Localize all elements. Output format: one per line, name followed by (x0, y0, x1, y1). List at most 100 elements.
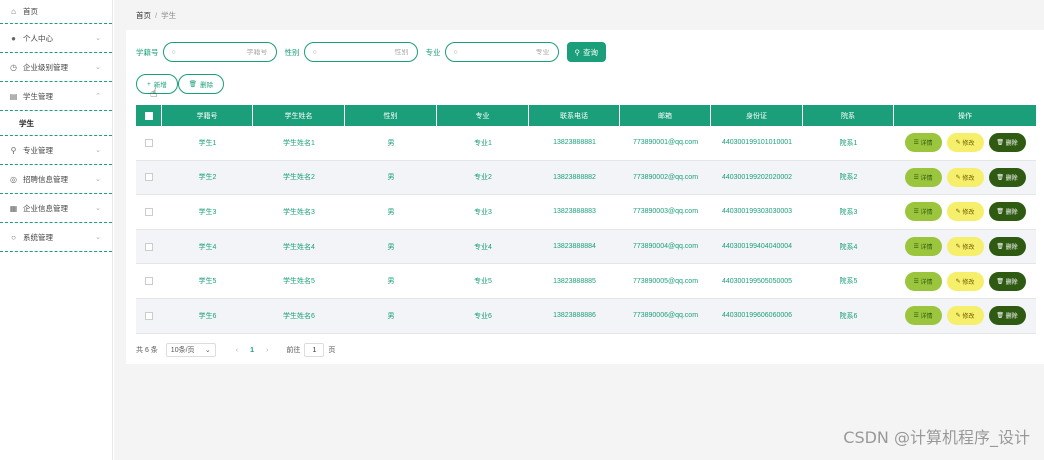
info-icon: ○ (11, 232, 16, 242)
trash-icon: 🗑 (996, 140, 1006, 147)
row-checkbox[interactable] (145, 311, 153, 320)
id-card-cell: 440300199505050005 (721, 277, 793, 285)
sidebar-item-label: 系统管理 (23, 232, 53, 242)
detail-label: 详情 (920, 245, 933, 252)
student-id-cell: 学生1 (198, 139, 217, 147)
email-cell: 773890002@qq.com (632, 173, 699, 181)
sidebar-item-home[interactable]: ⌂ 首页 (0, 0, 112, 24)
detail-button[interactable]: ☰ 详情 (904, 202, 942, 222)
prev-page-button[interactable]: ‹ (236, 347, 238, 354)
detail-button[interactable]: ☰ 详情 (904, 306, 942, 326)
gender-cell: 男 (387, 174, 395, 182)
breadcrumb: 首页 / 学生 (136, 10, 176, 21)
row-checkbox[interactable] (145, 173, 153, 182)
edit-button[interactable]: ✎ 修改 (946, 133, 984, 153)
column-header[interactable]: 专业 (437, 105, 529, 126)
goto-page-input[interactable] (304, 343, 325, 357)
query-button[interactable]: ⚲ 查询 (566, 42, 606, 62)
id-card-cell: 440300199202020002 (721, 173, 793, 181)
email-cell: 773890003@qq.com (632, 208, 699, 216)
delete-label: 删除 (1005, 314, 1018, 321)
gender-input[interactable] (320, 48, 409, 56)
delete-button[interactable]: 🗑 删除 (988, 237, 1026, 257)
major-input[interactable] (461, 48, 550, 56)
column-header[interactable]: 身份证 (711, 105, 803, 126)
page-size-select[interactable]: 10条/页 ⌄ (165, 343, 216, 357)
student-id-cell: 学生5 (198, 278, 217, 286)
major-field[interactable]: ○ (444, 42, 559, 62)
column-header[interactable]: 学籍号 (162, 105, 253, 126)
edit-button[interactable]: ✎ 修改 (946, 271, 984, 291)
page-number[interactable]: 1 (250, 347, 254, 354)
sidebar-item-system[interactable]: ○ 系统管理 ⌄ (0, 223, 112, 252)
email-cell: 773890005@qq.com (632, 277, 699, 285)
sidebar-item-label: 企业信息管理 (23, 203, 68, 213)
edit-button[interactable]: ✎ 修改 (946, 202, 984, 222)
gender-field[interactable]: ○ (303, 42, 418, 62)
sidebar-item-student-management[interactable]: ▤ 学生管理 ⌃ (0, 82, 112, 111)
student-id-cell: 学生6 (198, 312, 217, 320)
detail-button[interactable]: ☰ 详情 (904, 133, 942, 153)
table-row: 学生4 学生姓名4 男 专业4 13823888884 773890004@qq.com 4… (136, 229, 1036, 265)
chevron-down-icon: ⌄ (95, 35, 101, 42)
row-actions: ☰ 详情 ✎ 修改 🗑 删除 (894, 161, 1036, 195)
id-card-cell: 440300199606060006 (721, 312, 793, 320)
delete-button[interactable]: 🗑 删除 (988, 271, 1026, 291)
row-actions: ☰ 详情 ✎ 修改 🗑 删除 (894, 264, 1036, 298)
delete-button[interactable]: 🗑 删除 (988, 202, 1026, 222)
detail-button[interactable]: ☰ 详情 (904, 271, 942, 291)
next-page-button[interactable]: › (266, 347, 268, 354)
detail-button[interactable]: ☰ 详情 (904, 167, 942, 187)
clock-icon: ◷ (10, 62, 17, 72)
mic-icon: ⚲ (10, 145, 17, 155)
student-id-input[interactable] (179, 48, 268, 56)
breadcrumb-home[interactable]: 首页 (136, 11, 151, 20)
building-icon: ▦ (9, 203, 18, 213)
department-cell: 院系2 (839, 174, 858, 182)
delete-button[interactable]: 🗑 删除 (988, 306, 1026, 326)
edit-label: 修改 (962, 210, 975, 217)
detail-button[interactable]: ☰ 详情 (904, 237, 942, 257)
detail-label: 详情 (920, 175, 933, 182)
sidebar: ⌂ 首页 ● 个人中心 ⌄ ◷ 企业级别管理 ⌄ ▤ 学生管理 ⌃ 学生 ⚲ 专… (0, 0, 113, 460)
edit-button[interactable]: ✎ 修改 (946, 306, 984, 326)
student-id-field[interactable]: ○ (162, 42, 277, 62)
sidebar-item-company-level[interactable]: ◷ 企业级别管理 ⌄ (0, 53, 112, 82)
gender-cell: 男 (387, 243, 395, 251)
batch-delete-button[interactable]: 🗑 删除 (177, 74, 225, 94)
edit-button[interactable]: ✎ 修改 (946, 237, 984, 257)
detail-icon: ☰ (913, 140, 921, 147)
sidebar-item-major-management[interactable]: ⚲ 专业管理 ⌄ (0, 136, 112, 165)
sidebar-item-personal-center[interactable]: ● 个人中心 ⌄ (0, 24, 112, 53)
table-body: 学生1 学生姓名1 男 专业1 13823888881 773890001@qq.com 4… (136, 126, 1036, 334)
home-icon: ⌂ (11, 7, 16, 16)
phone-cell: 13823888885 (553, 277, 596, 285)
delete-button[interactable]: 🗑 删除 (988, 133, 1026, 153)
sidebar-item-recruitment[interactable]: ◎ 招聘信息管理 ⌄ (0, 165, 112, 194)
watermark: CSDN @计算机程序_设计 (843, 428, 1030, 447)
delete-label: 删除 (1005, 279, 1018, 286)
row-checkbox[interactable] (145, 138, 153, 147)
department-cell: 院系5 (839, 278, 858, 286)
column-header[interactable]: 联系电话 (529, 105, 620, 126)
row-checkbox[interactable] (145, 277, 153, 286)
delete-label: 删除 (1005, 175, 1018, 182)
row-checkbox[interactable] (145, 242, 153, 251)
chevron-down-icon: ⌄ (95, 176, 101, 183)
delete-button[interactable]: 🗑 删除 (988, 167, 1026, 187)
column-header[interactable]: 邮箱 (620, 105, 711, 126)
column-header[interactable]: 院系 (803, 105, 894, 126)
sidebar-item-company-info[interactable]: ▦ 企业信息管理 ⌄ (0, 194, 112, 223)
department-cell: 院系4 (839, 243, 858, 251)
search-bar: 学籍号 ○ 性别 ○ 专业 ○ ⚲ 查询 (136, 42, 606, 62)
select-all-checkbox[interactable] (144, 111, 153, 120)
trash-icon: 🗑 (996, 174, 1006, 181)
column-header[interactable]: 学生姓名 (253, 105, 345, 126)
row-select-cell (136, 161, 162, 195)
edit-button[interactable]: ✎ 修改 (946, 167, 984, 187)
edit-label: 修改 (962, 141, 975, 148)
row-checkbox[interactable] (145, 207, 153, 216)
column-header[interactable]: 性别 (345, 105, 437, 126)
edit-label: 修改 (962, 175, 975, 182)
submenu-item-student[interactable]: 学生 (0, 111, 112, 136)
